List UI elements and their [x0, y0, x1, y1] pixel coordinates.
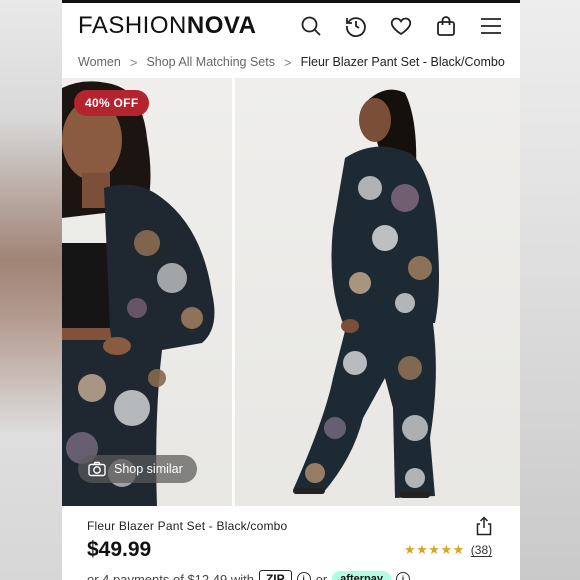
logo-bold: NOVA	[186, 11, 257, 39]
product-price: $49.99	[87, 538, 152, 561]
zip-badge[interactable]: ZIP	[258, 570, 292, 580]
header-icons	[298, 13, 504, 39]
search-icon[interactable]	[298, 13, 324, 39]
breadcrumb-separator: >	[129, 54, 138, 70]
star-rating-icon: ★★★★★	[404, 542, 465, 557]
shop-similar-button[interactable]: Shop similar	[78, 455, 197, 483]
or-text: or	[315, 571, 328, 580]
model-back-illustration	[293, 89, 439, 498]
blurred-backdrop-left	[0, 0, 62, 580]
discount-badge: 40% OFF	[74, 90, 150, 116]
breadcrumb-current-product: Fleur Blazer Pant Set - Black/Combo	[300, 55, 505, 69]
product-gallery: 40% OFF Shop similar	[62, 78, 520, 506]
installment-options: or 4 payments of $12.49 with ZIP i or af…	[87, 570, 410, 580]
breadcrumb-women[interactable]: Women	[78, 55, 121, 69]
product-info: Fleur Blazer Pant Set - Black/combo $49.…	[62, 508, 520, 580]
history-icon[interactable]	[343, 13, 369, 39]
review-count[interactable]: (38)	[471, 543, 492, 557]
info-icon[interactable]: i	[395, 572, 410, 580]
product-name: Fleur Blazer Pant Set - Black/combo	[87, 519, 288, 533]
camera-icon	[88, 461, 106, 477]
product-rating[interactable]: ★★★★★ (38)	[404, 542, 492, 558]
breadcrumb-separator: >	[283, 54, 292, 70]
product-page: FASHIONNOVA Women > Shop All Matching Se…	[62, 0, 520, 580]
afterpay-badge[interactable]: afterpay	[332, 571, 391, 580]
breadcrumb: Women > Shop All Matching Sets > Fleur B…	[62, 48, 520, 76]
product-photo-front[interactable]: 40% OFF Shop similar	[62, 78, 232, 506]
share-icon[interactable]	[475, 516, 493, 536]
heart-icon[interactable]	[388, 13, 414, 39]
shop-similar-label: Shop similar	[114, 462, 183, 476]
brand-logo[interactable]: FASHIONNOVA	[78, 12, 256, 40]
site-header: FASHIONNOVA	[62, 0, 520, 48]
installment-text: or 4 payments of $12.49 with	[87, 571, 254, 580]
bag-icon[interactable]	[433, 13, 459, 39]
info-icon[interactable]: i	[296, 572, 311, 580]
model-front-illustration	[62, 81, 215, 506]
product-photo-back[interactable]	[235, 78, 520, 506]
blurred-backdrop-right	[520, 0, 580, 580]
breadcrumb-shop-all-matching-sets[interactable]: Shop All Matching Sets	[146, 55, 275, 69]
logo-thin: FASHION	[78, 11, 187, 39]
menu-icon[interactable]	[478, 13, 504, 39]
